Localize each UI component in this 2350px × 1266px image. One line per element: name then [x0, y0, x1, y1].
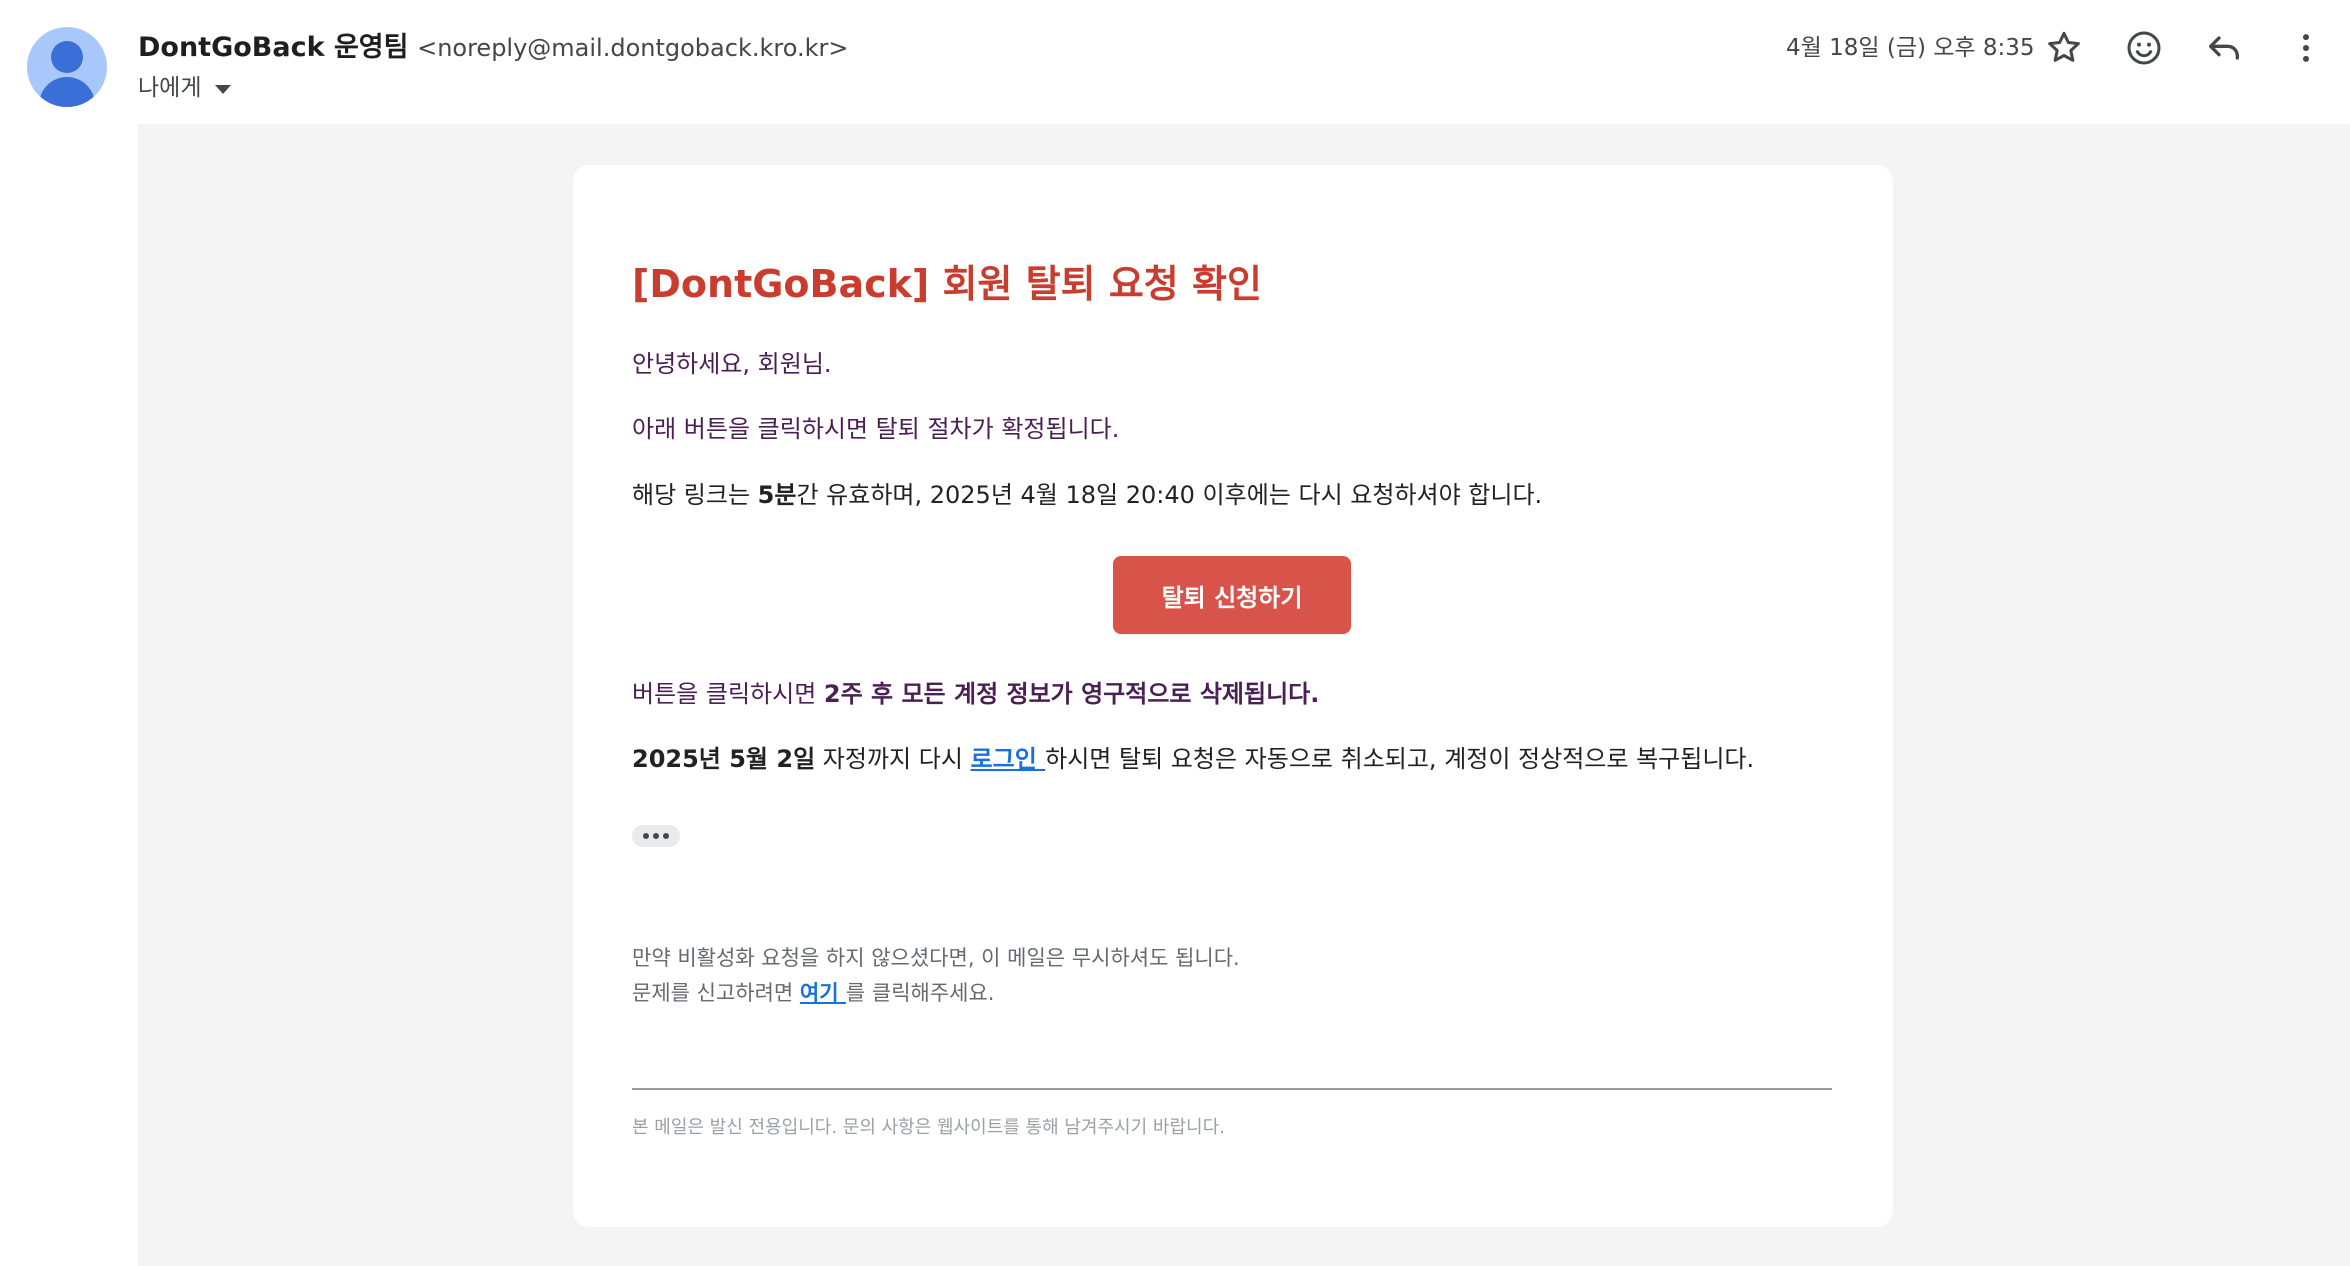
caret-down-icon	[215, 84, 232, 94]
more-vert-icon	[2303, 34, 2309, 62]
footer-divider	[632, 1088, 1832, 1090]
reply-button[interactable]	[2204, 28, 2244, 68]
ignore-text: 만약 비활성화 요청을 하지 않으셨다면, 이 메일은 무시하셔도 됩니다.	[632, 946, 1240, 970]
message-header: DontGoBack 운영팀 <noreply@mail.dontgoback.…	[0, 0, 2350, 124]
warning-bold: 2주 후 모든 계정 정보가 영구적으로 삭제됩니다.	[823, 680, 1320, 708]
warning-text: 버튼을 클릭하시면 2주 후 모든 계정 정보가 영구적으로 삭제됩니다.	[632, 677, 1832, 711]
restore-suffix: 하시면 탈퇴 요청은 자동으로 취소되고, 계정이 정상적으로 복구됩니다.	[1045, 745, 1755, 773]
report-suffix: 를 클릭해주세요.	[845, 981, 995, 1005]
instruction-text: 아래 버튼을 클릭하시면 탈퇴 절차가 확정됩니다.	[632, 415, 1120, 443]
withdraw-request-button[interactable]: 탈퇴 신청하기	[1113, 556, 1351, 634]
recipient-label: 나에게	[138, 75, 202, 101]
show-trimmed-content-button[interactable]	[632, 825, 680, 847]
validity-suffix: 간 유효하며, 2025년 4월 18일 20:40 이후에는 다시 요청하셔야…	[796, 481, 1543, 509]
sender-line: DontGoBack 운영팀 <noreply@mail.dontgoback.…	[138, 30, 848, 66]
star-button[interactable]	[2044, 28, 2084, 68]
warning-prefix: 버튼을 클릭하시면	[632, 680, 824, 708]
greeting-text: 안녕하세요, 회원님.	[632, 350, 832, 378]
reply-icon	[2209, 36, 2239, 60]
more-options-button[interactable]	[2286, 28, 2326, 68]
validity-prefix: 해당 링크는	[632, 481, 758, 509]
sender-email: <noreply@mail.dontgoback.kro.kr>	[417, 34, 849, 62]
validity-text: 해당 링크는 5분간 유효하며, 2025년 4월 18일 20:40 이후에는…	[632, 478, 1832, 512]
sender-avatar[interactable]	[27, 27, 107, 107]
restore-text: 2025년 5월 2일 자정까지 다시 로그인 하시면 탈퇴 요청은 자동으로 …	[632, 742, 1832, 776]
restore-date: 2025년 5월 2일	[632, 745, 816, 773]
report-link[interactable]: 여기	[800, 981, 846, 1005]
restore-mid: 자정까지 다시	[815, 745, 971, 773]
validity-bold: 5분	[757, 481, 797, 509]
report-prefix: 문제를 신고하려면	[632, 981, 800, 1005]
report-text: 문제를 신고하려면 여기 를 클릭해주세요.	[632, 975, 1832, 1011]
emoji-icon	[2127, 31, 2161, 65]
emoji-reaction-button[interactable]	[2124, 28, 2164, 68]
star-icon	[2048, 31, 2080, 62]
sender-name[interactable]: DontGoBack 운영팀	[138, 32, 408, 63]
message-date: 4월 18일 (금) 오후 8:35	[1786, 35, 2035, 61]
email-title: [DontGoBack] 회원 탈퇴 요청 확인	[632, 262, 1262, 306]
footer-note: 본 메일은 발신 전용입니다. 문의 사항은 웹사이트를 통해 남겨주시기 바랍…	[632, 1117, 1225, 1138]
login-link[interactable]: 로그인	[971, 745, 1046, 773]
recipient-toggle[interactable]: 나에게	[138, 72, 232, 104]
